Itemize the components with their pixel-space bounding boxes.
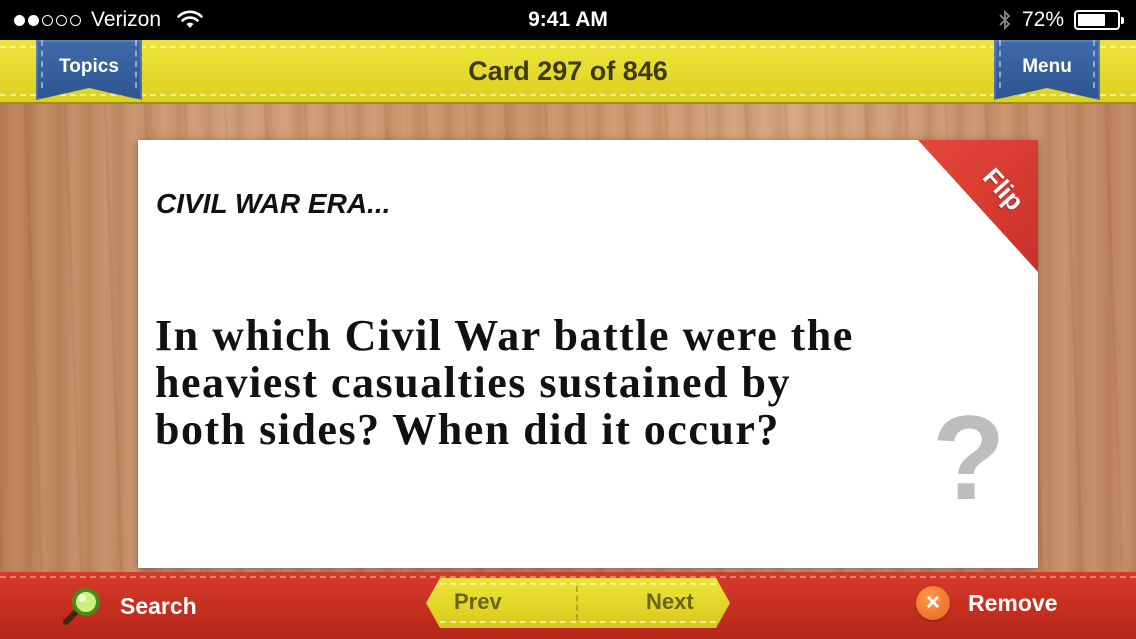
topics-button-label: Topics bbox=[59, 56, 119, 77]
battery-level-fill bbox=[1078, 14, 1106, 26]
status-right: 72% bbox=[998, 8, 1124, 32]
battery-cap bbox=[1121, 17, 1124, 24]
bluetooth-icon bbox=[999, 9, 1011, 31]
status-bar: Verizon 9:41 AM 72% bbox=[0, 0, 1136, 40]
battery-icon bbox=[1074, 10, 1124, 30]
header-stitching bbox=[0, 46, 1136, 48]
search-label: Search bbox=[120, 592, 197, 619]
footer-stitching bbox=[0, 576, 1136, 578]
card-navigation: Prev Next bbox=[426, 578, 730, 628]
prev-button[interactable]: Prev bbox=[454, 589, 502, 615]
next-button[interactable]: Next bbox=[646, 589, 694, 615]
flashcard[interactable]: CIVIL WAR ERA... In which Civil War batt… bbox=[138, 140, 1038, 568]
remove-icon: × bbox=[916, 586, 950, 620]
flip-label: Flip bbox=[976, 161, 1030, 217]
search-icon bbox=[63, 588, 100, 625]
remove-label: Remove bbox=[968, 589, 1058, 616]
card-counter: Card 297 of 846 bbox=[468, 56, 668, 86]
question-mark-icon: ? bbox=[932, 391, 1006, 525]
card-topic: CIVIL WAR ERA... bbox=[156, 188, 391, 219]
status-time: 9:41 AM bbox=[528, 8, 608, 31]
menu-button-label: Menu bbox=[1022, 56, 1072, 77]
card-question: In which Civil War battle were the heavi… bbox=[155, 311, 854, 454]
nav-divider bbox=[576, 586, 578, 620]
header-bar: Card 297 of 846 bbox=[0, 40, 1136, 104]
search-button[interactable]: Search bbox=[62, 586, 197, 626]
flip-button[interactable]: Flip bbox=[918, 140, 1038, 272]
remove-button[interactable]: × Remove bbox=[916, 586, 1057, 620]
header-stitching bbox=[0, 94, 1136, 96]
battery-percent: 72% bbox=[1021, 8, 1064, 31]
